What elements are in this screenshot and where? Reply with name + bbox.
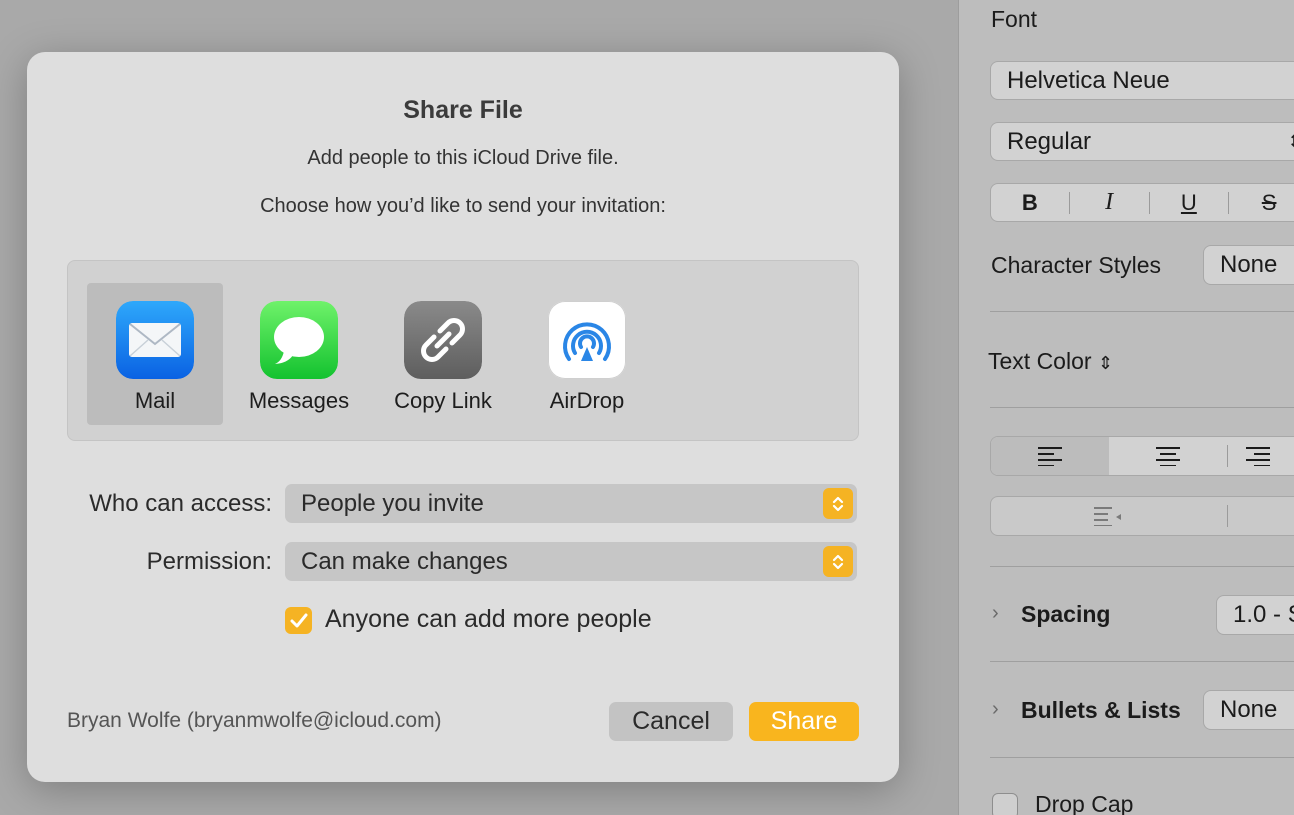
underline-button[interactable]: U — [1150, 184, 1229, 221]
spacing-label: Spacing — [1021, 601, 1111, 627]
alignment-segmented-control — [990, 436, 1294, 476]
dialog-instruction: Choose how you’d like to send your invit… — [260, 195, 666, 217]
text-style-segmented-control: B I U S — [990, 183, 1294, 222]
divider — [990, 757, 1294, 758]
link-icon — [404, 301, 482, 379]
share-service-mail[interactable]: Mail — [87, 283, 223, 425]
font-heading: Font — [991, 6, 1038, 32]
share-button[interactable]: Share — [749, 702, 859, 741]
font-family-popup[interactable]: Helvetica Neue — [990, 61, 1294, 100]
font-style-stepper-icon: ⇕ — [1287, 129, 1294, 154]
align-center-icon — [1156, 447, 1180, 466]
indent-segmented-control — [990, 496, 1294, 536]
bullets-lists-value: None — [1220, 696, 1278, 723]
align-right-button[interactable] — [1228, 437, 1288, 475]
font-family-value: Helvetica Neue — [1007, 66, 1170, 94]
share-service-label: Messages — [248, 388, 350, 413]
text-color-label[interactable]: Text Color ⇕ — [988, 348, 1113, 375]
checkmark-icon — [290, 613, 307, 627]
decrease-indent-icon — [1094, 507, 1121, 526]
cancel-button[interactable]: Cancel — [609, 702, 733, 741]
share-services-list: Mail Messages Copy Link AirDrop — [67, 260, 859, 441]
share-service-label: Copy Link — [394, 388, 492, 413]
drop-cap-checkbox[interactable] — [992, 793, 1018, 815]
italic-button[interactable]: I — [1070, 184, 1149, 221]
anyone-can-add-checkbox[interactable] — [285, 607, 312, 634]
align-right-icon — [1246, 447, 1270, 466]
account-label: Bryan Wolfe (bryanmwolfe@icloud.com) — [67, 709, 442, 732]
anyone-can-add-label[interactable]: Anyone can add more people — [325, 605, 652, 634]
stepper-icon — [823, 546, 853, 577]
divider — [990, 311, 1294, 312]
share-service-copy-link[interactable]: Copy Link — [375, 283, 511, 425]
bullets-lists-label: Bullets & Lists — [1021, 697, 1181, 723]
character-styles-value: None — [1220, 251, 1278, 278]
character-styles-popup[interactable]: None — [1203, 245, 1294, 285]
permission-label: Permission: — [146, 548, 272, 575]
who-can-access-select[interactable]: People you invite — [285, 484, 857, 523]
permission-select[interactable]: Can make changes — [285, 542, 857, 581]
dialog-subtitle: Add people to this iCloud Drive file. — [307, 147, 619, 169]
font-style-popup[interactable]: Regular ⇕ — [990, 122, 1294, 161]
permission-value: Can make changes — [301, 547, 508, 575]
messages-icon — [260, 301, 338, 379]
drop-cap-label: Drop Cap — [1035, 791, 1134, 815]
mail-icon — [116, 301, 194, 379]
divider — [990, 661, 1294, 662]
share-service-label: AirDrop — [549, 388, 625, 413]
text-color-stepper-icon: ⇕ — [1097, 353, 1114, 373]
bullets-disclosure-icon[interactable]: › — [992, 698, 999, 721]
stepper-icon — [823, 488, 853, 519]
bold-button[interactable]: B — [991, 184, 1069, 221]
airdrop-icon — [548, 301, 626, 379]
decrease-indent-button[interactable] — [991, 497, 1227, 535]
align-left-icon — [1038, 447, 1062, 466]
strikethrough-button[interactable]: S — [1229, 184, 1294, 221]
align-center-button[interactable] — [1109, 437, 1227, 475]
bullets-lists-popup[interactable]: None — [1203, 690, 1294, 730]
divider — [990, 407, 1294, 408]
dialog-title: Share File — [403, 96, 523, 124]
segment-divider — [1227, 505, 1228, 527]
spacing-popup[interactable]: 1.0 - S — [1216, 595, 1294, 635]
share-file-dialog: Share File Add people to this iCloud Dri… — [27, 52, 899, 782]
share-service-label: Mail — [134, 388, 176, 413]
share-service-airdrop[interactable]: AirDrop — [519, 283, 655, 425]
share-service-messages[interactable]: Messages — [231, 283, 367, 425]
font-style-value: Regular — [1007, 127, 1092, 155]
character-styles-label: Character Styles — [991, 252, 1162, 278]
align-left-button[interactable] — [991, 437, 1109, 475]
divider — [990, 566, 1294, 567]
spacing-disclosure-icon[interactable]: › — [992, 602, 999, 625]
text-color-label-text: Text Color — [988, 348, 1092, 374]
who-can-access-label: Who can access: — [89, 490, 272, 517]
who-can-access-value: People you invite — [301, 489, 484, 517]
spacing-value: 1.0 - S — [1233, 601, 1294, 628]
